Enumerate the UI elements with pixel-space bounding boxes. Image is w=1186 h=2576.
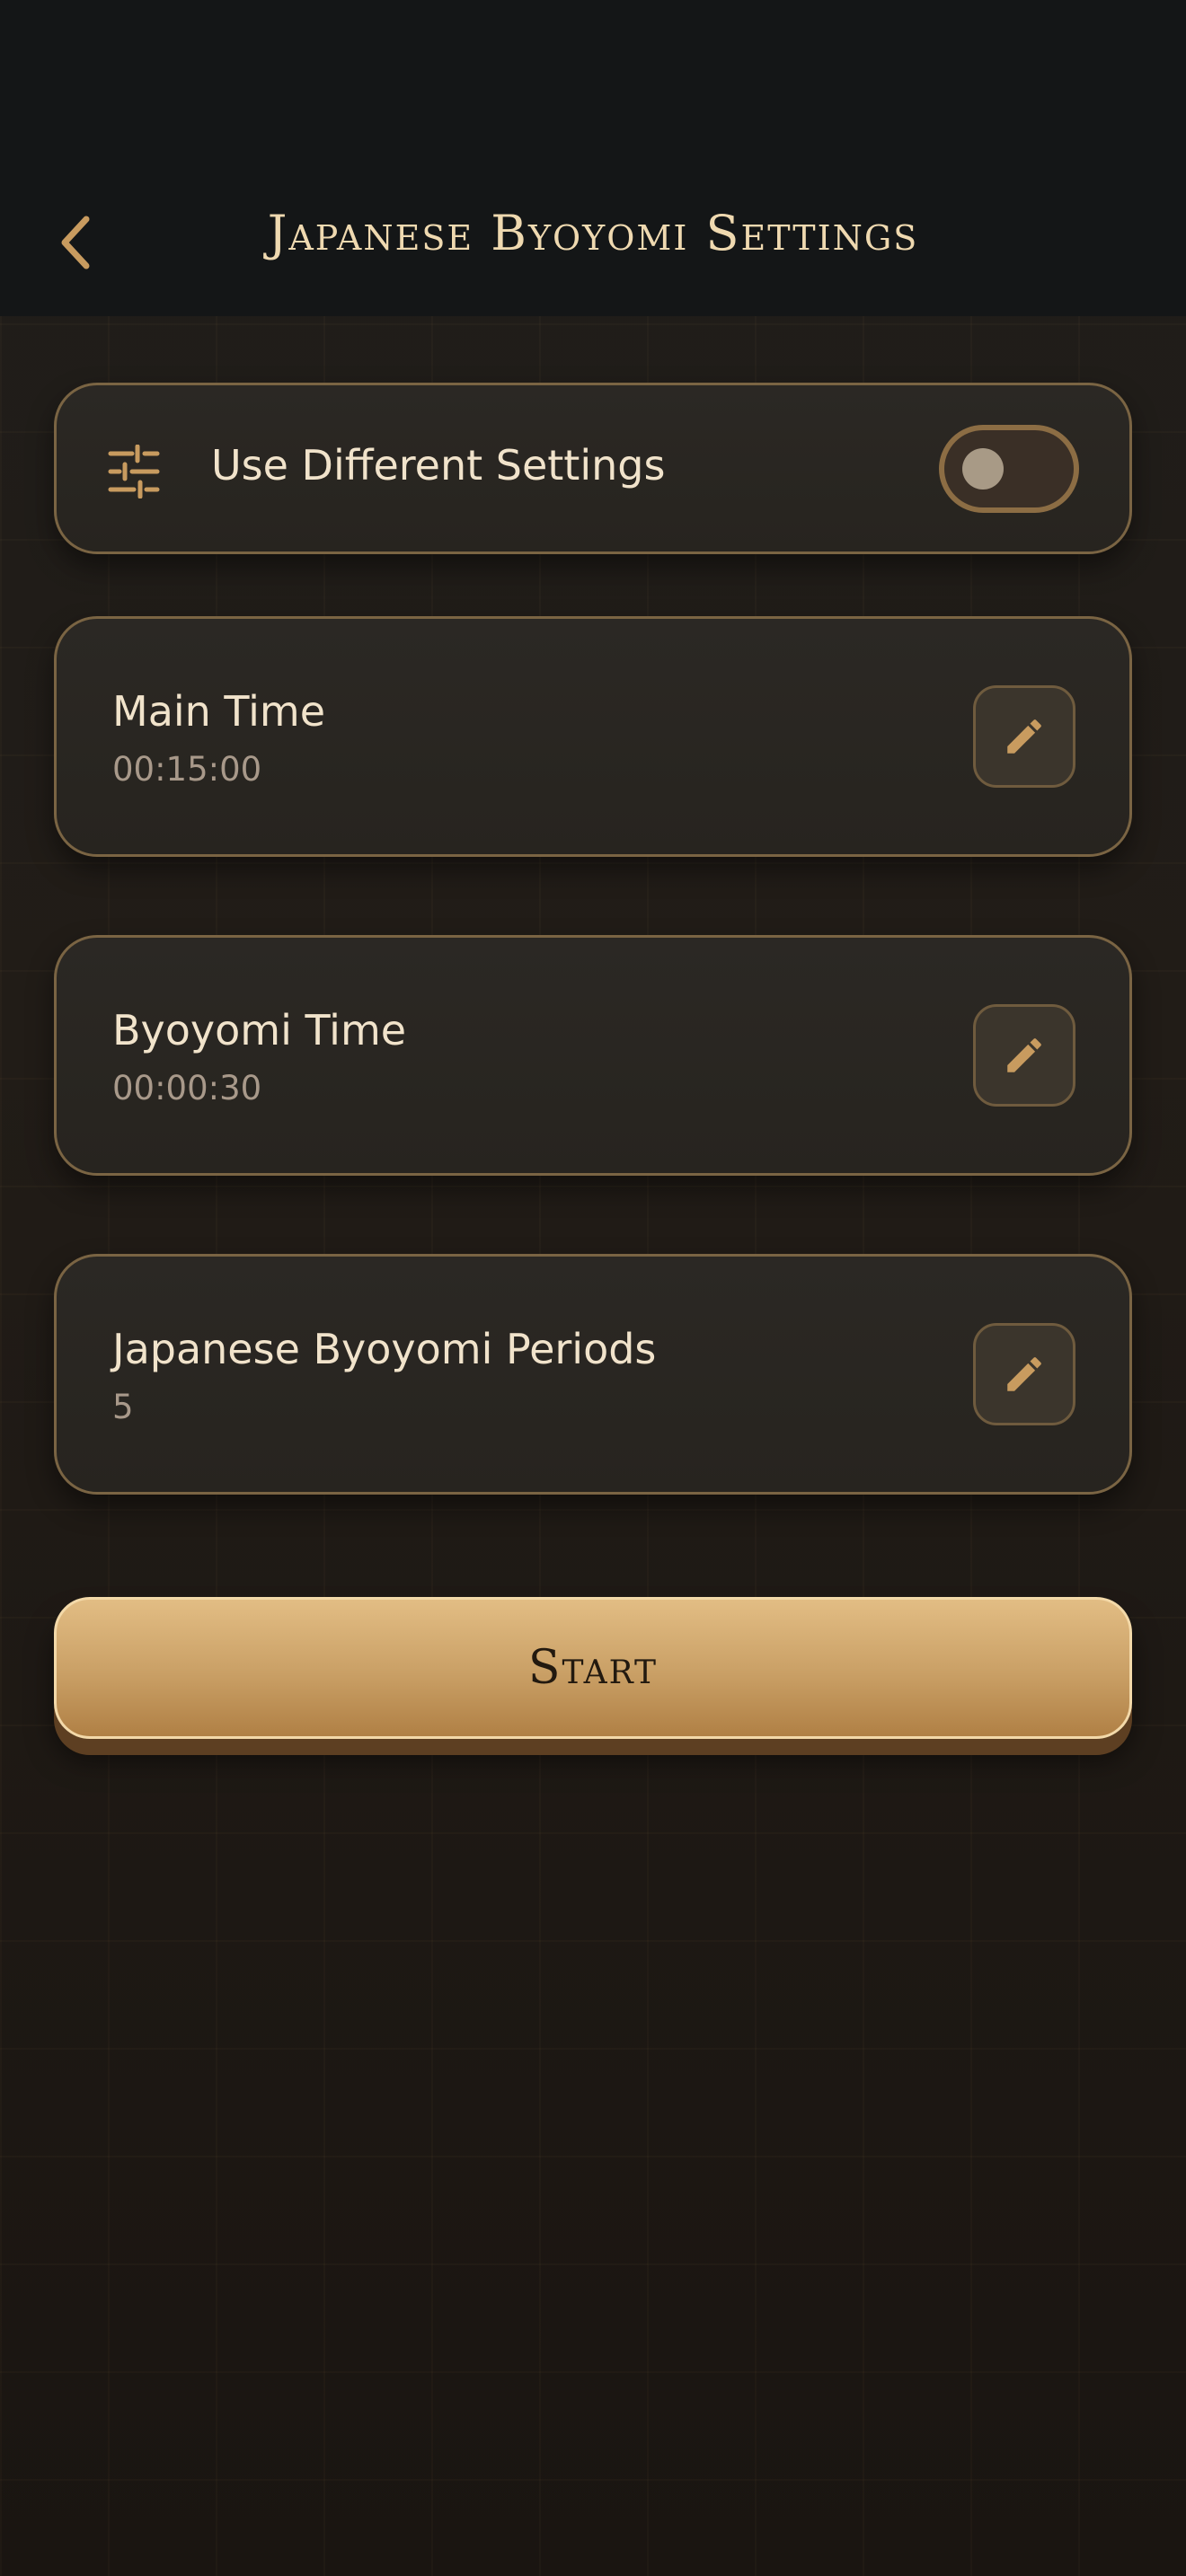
byoyomi-time-value: 00:00:30 [112, 1069, 262, 1107]
byoyomi-periods-label: Japanese Byoyomi Periods [112, 1325, 657, 1373]
edit-main-time-button[interactable] [973, 685, 1075, 788]
main-time-label: Main Time [112, 687, 326, 736]
pencil-icon [1007, 719, 1041, 754]
page-title: Japanese Byoyomi Settings [267, 205, 919, 261]
page: Japanese Byoyomi Settings Use Different … [0, 0, 1186, 2576]
use-different-settings-toggle[interactable] [939, 425, 1079, 513]
byoyomi-periods-card: Japanese Byoyomi Periods 5 [54, 1254, 1132, 1495]
byoyomi-periods-value: 5 [112, 1388, 134, 1426]
sliders-icon [108, 445, 160, 498]
main-time-value: 00:15:00 [112, 750, 262, 789]
edit-byoyomi-time-button[interactable] [973, 1004, 1075, 1107]
pencil-icon [1007, 1357, 1041, 1391]
start-button[interactable]: Start [54, 1597, 1132, 1739]
byoyomi-time-label: Byoyomi Time [112, 1006, 407, 1054]
top-app-bar: Japanese Byoyomi Settings [0, 0, 1186, 316]
main-time-card: Main Time 00:15:00 [54, 616, 1132, 857]
toggle-knob [962, 448, 1004, 490]
start-button-label: Start [527, 1641, 659, 1695]
use-different-settings-card: Use Different Settings [54, 383, 1132, 554]
byoyomi-time-card: Byoyomi Time 00:00:30 [54, 935, 1132, 1176]
edit-byoyomi-periods-button[interactable] [973, 1323, 1075, 1425]
pencil-icon [1007, 1038, 1041, 1072]
use-different-settings-label: Use Different Settings [211, 441, 666, 490]
